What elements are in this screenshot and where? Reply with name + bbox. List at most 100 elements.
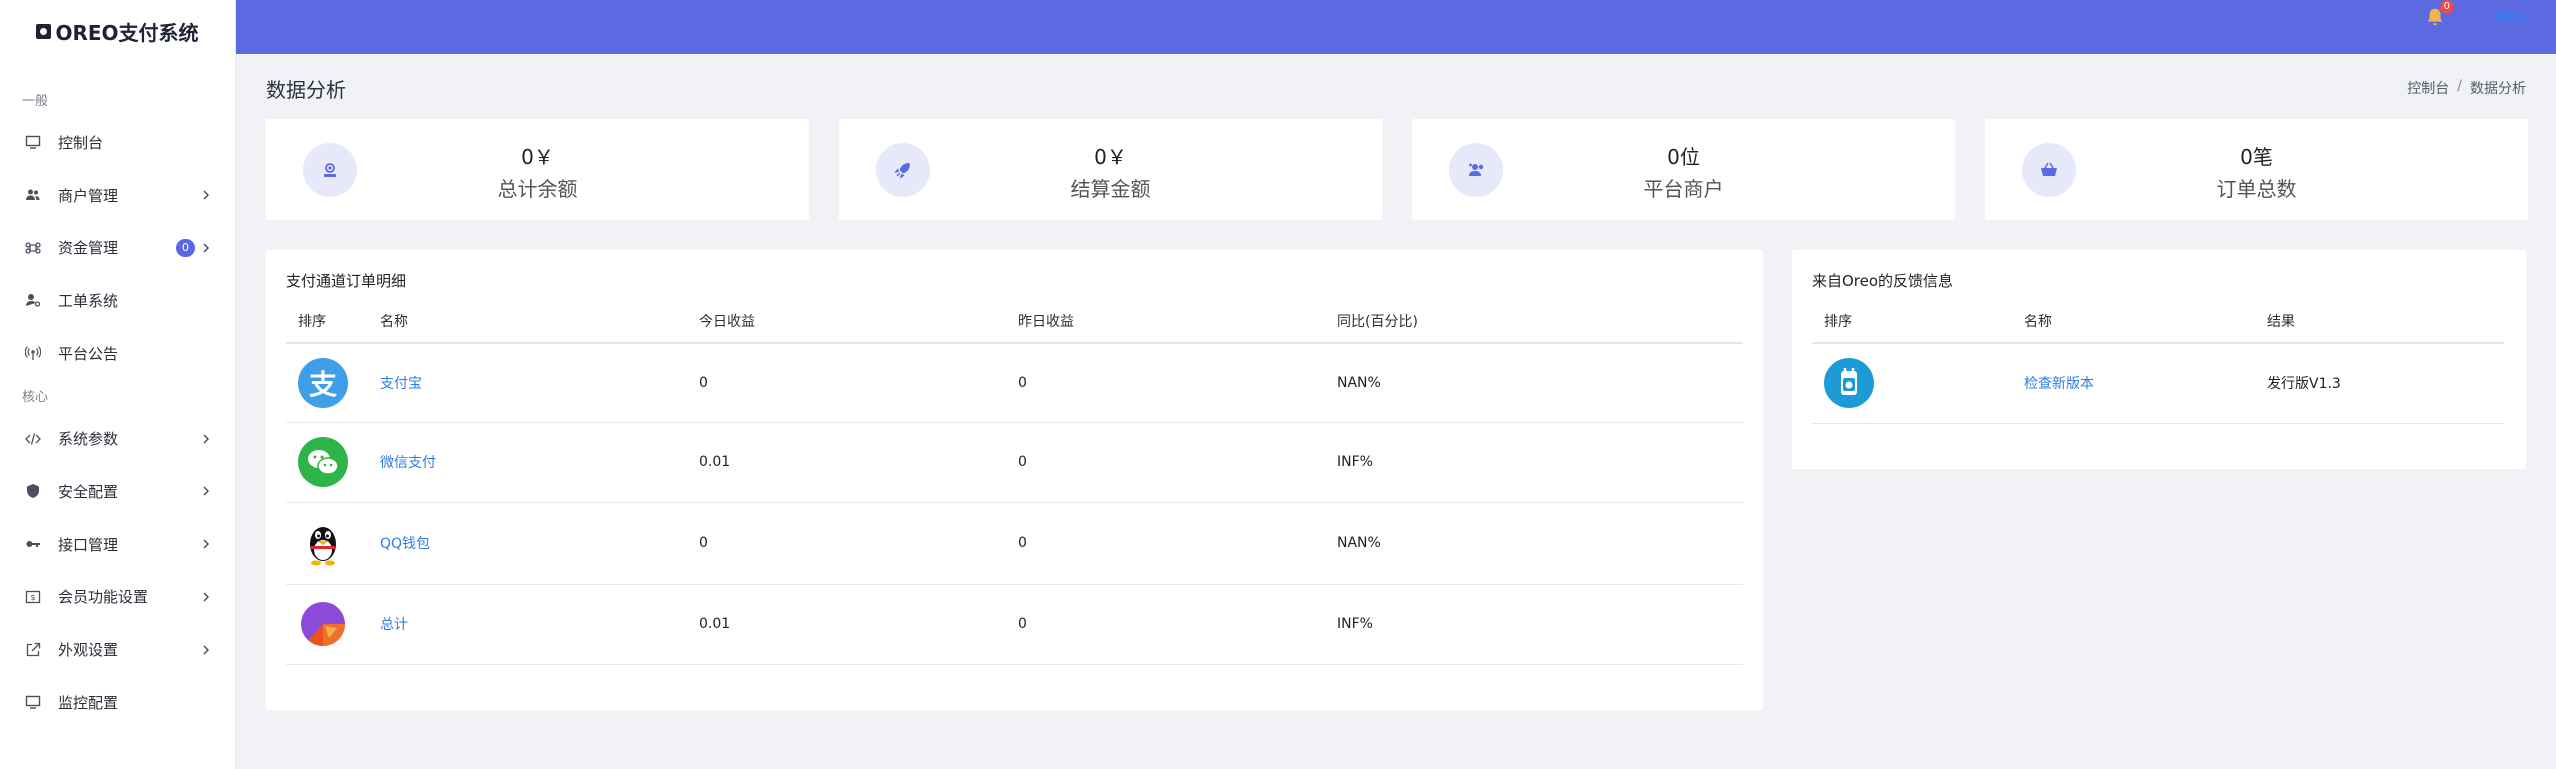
today-income: 0 [687, 502, 1006, 585]
wechat-icon [298, 437, 348, 487]
chevron-right-icon [199, 484, 213, 498]
column-header: 结果 [2255, 300, 2504, 344]
svg-text:$: $ [30, 593, 35, 602]
column-header: 排序 [286, 300, 368, 344]
sidebar-item-announcements[interactable]: 平台公告 [0, 327, 235, 380]
alipay-icon: 支 [298, 357, 348, 408]
row-name-cell: 支付宝 [368, 343, 687, 423]
sidebar-item-appearance[interactable]: 外观设置 [0, 623, 235, 676]
orders-panel-title: 支付通道订单明细 [286, 272, 407, 290]
today-income: 0.01 [687, 422, 1006, 503]
sidebar-item-membership[interactable]: $ 会员功能设置 [0, 571, 235, 624]
sidebar-item-label: 控制台 [58, 133, 104, 152]
brand-name: OREO支付系统 [55, 20, 199, 45]
row-icon-cell [286, 422, 368, 503]
section-core: 核心 [22, 390, 49, 406]
users-icon [24, 186, 42, 204]
notification-count-badge: 0 [2439, 0, 2454, 14]
brand-logo[interactable]: OREO支付系统 [0, 0, 235, 62]
sidebar-item-label: 接口管理 [58, 535, 119, 554]
column-header: 同比(百分比) [1325, 300, 1743, 344]
row-name-cell: 微信支付 [368, 422, 687, 503]
channel-link-qq[interactable]: QQ钱包 [380, 536, 430, 552]
code-icon [24, 430, 42, 448]
stat-label: 平台商户 [1643, 177, 1724, 201]
chevron-right-icon [199, 590, 213, 604]
feedback-table: 排序 名称 结果 检查新版本 发行版V1.3 [1812, 300, 2504, 424]
sidebar-item-tickets[interactable]: 工单系统 [0, 274, 235, 327]
yesterday-income: 0 [1006, 502, 1325, 585]
feedback-result: 发行版V1.3 [2255, 343, 2504, 424]
row-name-cell: 总计 [368, 584, 687, 665]
feedback-panel-title: 来自Oreo的反馈信息 [1812, 272, 1954, 290]
breadcrumb-current: 数据分析 [2470, 81, 2526, 97]
chevron-right-icon [199, 643, 213, 657]
sidebar-item-merchants[interactable]: 商户管理 [0, 169, 235, 222]
channel-link-wechat[interactable]: 微信支付 [380, 455, 436, 471]
sidebar-item-label: 资金管理 [58, 239, 119, 258]
chevron-right-icon [199, 432, 213, 446]
check-update-link[interactable]: 检查新版本 [2024, 376, 2094, 392]
funds-badge: 0 [176, 238, 195, 257]
table-row: QQ钱包 0 0 NAN% [286, 502, 1743, 585]
command-icon [24, 239, 42, 257]
breadcrumb-home[interactable]: 控制台 [2407, 78, 2449, 98]
row-name-cell: QQ钱包 [368, 502, 687, 585]
table-row: 检查新版本 发行版V1.3 [1812, 343, 2504, 424]
yoy-ratio: INF% [1325, 584, 1743, 665]
pie-chart-icon [298, 599, 348, 649]
chevron-right-icon [199, 241, 213, 255]
sidebar-item-funds[interactable]: 资金管理 0 [0, 221, 235, 274]
notification-bell-icon[interactable]: 0 [2424, 0, 2454, 30]
qq-icon [298, 518, 348, 568]
sidebar-item-label: 监控配置 [58, 693, 119, 712]
yoy-ratio: NAN% [1325, 502, 1743, 585]
row-icon-cell [286, 584, 368, 665]
table-header-row: 排序 名称 结果 [1812, 300, 2504, 344]
sidebar-item-label: 外观设置 [58, 641, 119, 660]
stat-label: 结算金额 [1070, 177, 1151, 201]
row-icon-cell [286, 502, 368, 585]
sidebar-item-monitoring[interactable]: 监控配置 [0, 676, 235, 729]
chevron-right-icon [199, 188, 213, 202]
channel-link-total[interactable]: 总计 [380, 617, 408, 633]
orders-table: 排序 名称 今日收益 昨日收益 同比(百分比) 支 支付宝 0 0 NAN% 微… [286, 300, 1743, 665]
chevron-right-icon [199, 537, 213, 551]
sidebar-item-label: 系统参数 [58, 430, 119, 449]
sidebar-item-api[interactable]: 接口管理 [0, 518, 235, 571]
topbar: 0 Oreo [236, 0, 2556, 54]
sidebar-item-label: 安全配置 [58, 482, 119, 501]
stat-card-orders: 0笔 订单总数 [1985, 119, 2528, 220]
yoy-ratio: NAN% [1325, 343, 1743, 423]
table-row: 总计 0.01 0 INF% [286, 584, 1743, 665]
table-row: 微信支付 0.01 0 INF% [286, 422, 1743, 503]
user-settings-icon [24, 291, 42, 309]
sidebar-item-label: 会员功能设置 [58, 588, 149, 607]
section-general: 一般 [22, 94, 49, 109]
column-header: 名称 [368, 300, 687, 344]
today-income: 0.01 [687, 584, 1006, 665]
channel-link-alipay[interactable]: 支付宝 [380, 376, 422, 392]
today-income: 0 [687, 343, 1006, 423]
page-title: 数据分析 [266, 78, 346, 102]
yesterday-income: 0 [1006, 584, 1325, 665]
sidebar-item-dashboard[interactable]: 控制台 [0, 116, 235, 169]
sidebar-item-label: 商户管理 [58, 186, 119, 205]
monitor-icon [24, 693, 42, 711]
stat-value: 0￥ [521, 145, 554, 169]
yoy-ratio: INF% [1325, 422, 1743, 503]
user-menu-link[interactable]: Oreo [2495, 10, 2524, 24]
breadcrumb: 控制台 / 数据分析 [2407, 78, 2526, 98]
brand-mark-icon [36, 23, 52, 39]
table-row: 支 支付宝 0 0 NAN% [286, 343, 1743, 423]
sidebar-item-system-params[interactable]: 系统参数 [0, 412, 235, 465]
orders-panel: 支付通道订单明细 排序 名称 今日收益 昨日收益 同比(百分比) 支 支付宝 0… [266, 250, 1763, 710]
shield-icon [24, 482, 42, 500]
sidebar: OREO支付系统 一般 控制台 商户管理 资金管理 0 工单系统 平台公告 核心… [0, 0, 236, 769]
row-icon-cell: 支 [286, 343, 368, 423]
yesterday-income: 0 [1006, 422, 1325, 503]
update-icon [1824, 358, 1874, 409]
sidebar-item-security[interactable]: 安全配置 [0, 465, 235, 518]
column-header: 排序 [1812, 300, 2012, 344]
stat-label: 总计余额 [497, 177, 578, 201]
